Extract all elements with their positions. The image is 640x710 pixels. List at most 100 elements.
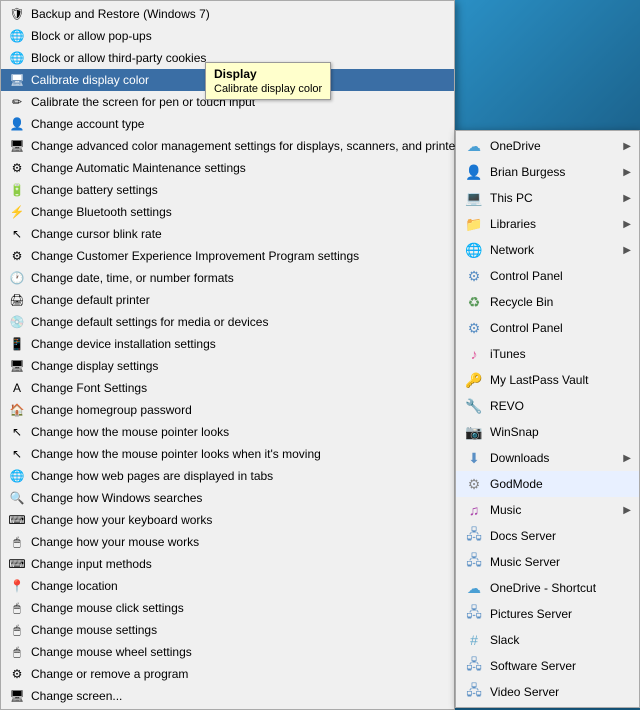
gear-icon: ⚙	[9, 666, 25, 682]
printer-icon: 🖨	[9, 292, 25, 308]
gear-icon: ⚙	[464, 474, 484, 494]
list-item[interactable]: 🖥 Change screen...	[1, 685, 454, 707]
list-item[interactable]: 🔍 Change how Windows searches	[1, 487, 454, 509]
arrow-icon: ▶	[623, 219, 631, 230]
list-item[interactable]: 🌐 Block or allow pop-ups	[1, 25, 454, 47]
list-item[interactable]: ⌨ Change input methods	[1, 553, 454, 575]
media-icon: 💿	[9, 314, 25, 330]
list-item[interactable]: ⚙ Control Panel	[456, 315, 639, 341]
list-item[interactable]: 🖥 Change advanced color management setti…	[1, 135, 454, 157]
left-context-menu: 🛡 Backup and Restore (Windows 7) 🌐 Block…	[0, 0, 455, 710]
list-item[interactable]: 🛡 Backup and Restore (Windows 7)	[1, 3, 454, 25]
control-panel-icon: ⚙	[464, 318, 484, 338]
list-item[interactable]: 💿 Change default settings for media or d…	[1, 311, 454, 333]
gear-icon: ⚙	[9, 160, 25, 176]
mouse-icon: 🖱	[9, 600, 25, 616]
list-item[interactable]: 📱 Change device installation settings	[1, 333, 454, 355]
tooltip-text: Calibrate display color	[214, 83, 322, 95]
tooltip-popup: Display Calibrate display color	[205, 62, 331, 100]
list-item[interactable]: 📁 Libraries ▶	[456, 211, 639, 237]
user-icon: 👤	[9, 116, 25, 132]
list-item[interactable]: 🖧 Pictures Server	[456, 601, 639, 627]
list-item[interactable]: ♫ Music ▶	[456, 497, 639, 523]
list-item[interactable]: 🖥 Change display settings	[1, 355, 454, 377]
arrow-icon: ▶	[623, 453, 631, 464]
list-item[interactable]: 🕐 Change date, time, or number formats	[1, 267, 454, 289]
list-item[interactable]: 🖧 Docs Server	[456, 523, 639, 549]
list-item[interactable]: ⚙ Change Customer Experience Improvement…	[1, 245, 454, 267]
list-item[interactable]: ⚙ Change or remove a program	[1, 663, 454, 685]
list-item[interactable]: 🔧 REVO	[456, 393, 639, 419]
list-item[interactable]: ♻ Recycle Bin	[456, 289, 639, 315]
shield-icon: 🛡	[9, 6, 25, 22]
list-item[interactable]: 🏠 Change homegroup password	[1, 399, 454, 421]
list-item[interactable]: 📷 WinSnap	[456, 419, 639, 445]
list-item[interactable]: 🖨 Change default printer	[1, 289, 454, 311]
list-item[interactable]: 🌐 Network ▶	[456, 237, 639, 263]
pen-icon: ✏	[9, 94, 25, 110]
list-item[interactable]: ↖ Change cursor blink rate	[1, 223, 454, 245]
list-item[interactable]: 🖧 Video Server	[456, 679, 639, 705]
mouse-icon: 🖱	[9, 644, 25, 660]
list-item[interactable]: 🖱 Change mouse wheel settings	[1, 641, 454, 663]
clock-icon: 🕐	[9, 270, 25, 286]
list-item[interactable]: ↖ Change how the mouse pointer looks	[1, 421, 454, 443]
search-icon: 🔍	[9, 490, 25, 506]
control-panel-icon: ⚙	[464, 266, 484, 286]
list-item[interactable]: 🖧 Software Server	[456, 653, 639, 679]
list-item[interactable]: ☁ OneDrive - Shortcut	[456, 575, 639, 601]
desktop: 🛡 Backup and Restore (Windows 7) 🌐 Block…	[0, 0, 640, 507]
device-icon: 📱	[9, 336, 25, 352]
list-item[interactable]: ⬇ Downloads ▶	[456, 445, 639, 471]
list-item[interactable]: 🔋 Change battery settings	[1, 179, 454, 201]
monitor-icon: 🖥	[9, 138, 25, 154]
bluetooth-icon: ⚡	[9, 204, 25, 220]
tooltip-title: Display	[214, 67, 322, 81]
list-item[interactable]: ⌨ Change how your keyboard works	[1, 509, 454, 531]
list-item[interactable]: 📍 Change location	[1, 575, 454, 597]
list-item[interactable]: ♪ iTunes	[456, 341, 639, 367]
list-item[interactable]: ☁ OneDrive ▶	[456, 133, 639, 159]
list-item[interactable]: ⚙ Change Automatic Maintenance settings	[1, 157, 454, 179]
list-item[interactable]: ⚡ Change Bluetooth settings	[1, 201, 454, 223]
list-item[interactable]: 🖱 Change how your mouse works	[1, 531, 454, 553]
computer-icon: 💻	[464, 188, 484, 208]
godmode-item[interactable]: ⚙ GodMode	[456, 471, 639, 497]
list-item[interactable]: 🖱 Change mouse settings	[1, 619, 454, 641]
right-context-menu: ☁ OneDrive ▶ 👤 Brian Burgess ▶ 💻 This PC…	[455, 130, 640, 708]
monitor-icon: 🖥	[9, 358, 25, 374]
list-item[interactable]: 💻 This PC ▶	[456, 185, 639, 211]
server-icon: 🖧	[464, 682, 484, 702]
revo-icon: 🔧	[464, 396, 484, 416]
music-icon: ♫	[464, 500, 484, 520]
list-item[interactable]: ↖ Change how the mouse pointer looks whe…	[1, 443, 454, 465]
arrow-icon: ▶	[623, 505, 631, 516]
list-item[interactable]: 👤 Brian Burgess ▶	[456, 159, 639, 185]
globe-icon: 🌐	[9, 50, 25, 66]
list-item[interactable]: 🖧 Music Server	[456, 549, 639, 575]
cursor-icon: ↖	[9, 226, 25, 242]
list-item[interactable]: ⚙ Control Panel	[456, 263, 639, 289]
list-item[interactable]: A Change Font Settings	[1, 377, 454, 399]
arrow-icon: ▶	[623, 141, 631, 152]
download-icon: ⬇	[464, 448, 484, 468]
list-item[interactable]: 👤 Change account type	[1, 113, 454, 135]
cursor-icon: ↖	[9, 424, 25, 440]
network-icon: 🌐	[464, 240, 484, 260]
monitor-icon: 🖥	[9, 72, 25, 88]
itunes-icon: ♪	[464, 344, 484, 364]
list-item[interactable]: 🔑 My LastPass Vault	[456, 367, 639, 393]
arrow-icon: ▶	[623, 193, 631, 204]
home-icon: 🏠	[9, 402, 25, 418]
globe-icon: 🌐	[9, 28, 25, 44]
globe-icon: 🌐	[9, 468, 25, 484]
keyboard-icon: ⌨	[9, 556, 25, 572]
winsnap-icon: 📷	[464, 422, 484, 442]
folder-icon: 📁	[464, 214, 484, 234]
server-icon: 🖧	[464, 526, 484, 546]
cloud-icon: ☁	[464, 136, 484, 156]
list-item[interactable]: # Slack	[456, 627, 639, 653]
list-item[interactable]: 🌐 Change how web pages are displayed in …	[1, 465, 454, 487]
list-item[interactable]: 🖱 Change mouse click settings	[1, 597, 454, 619]
key-icon: 🔑	[464, 370, 484, 390]
